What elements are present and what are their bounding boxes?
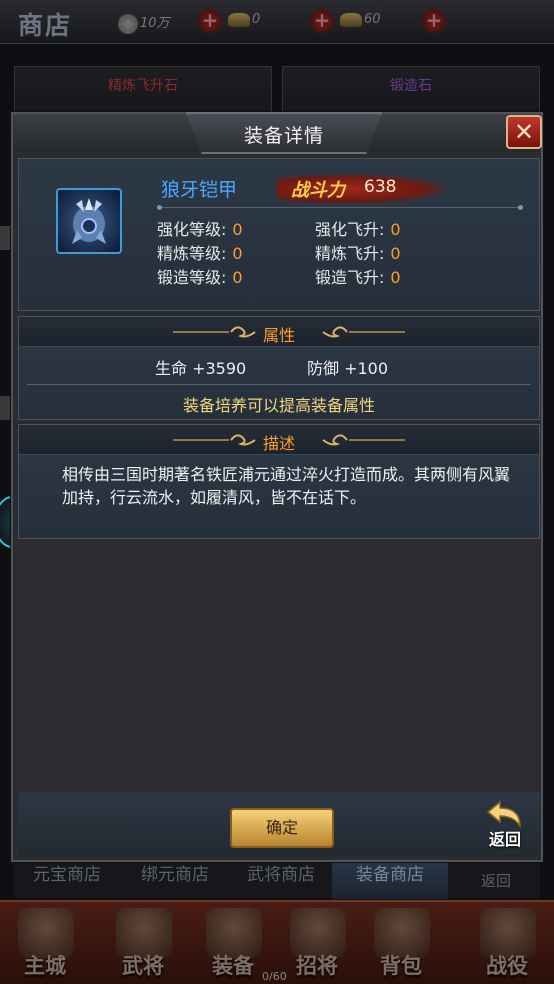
nav-label: 战役 — [486, 953, 528, 978]
upgrade-hint: 装备培养可以提高装备属性 — [182, 396, 375, 415]
armor-icon[interactable] — [56, 188, 122, 254]
back-label: 返回 — [488, 830, 521, 849]
stat-refine-level: 精炼等级: 0 — [157, 240, 243, 264]
modal-footer: 确定 返回 — [18, 792, 540, 856]
power-label: 战斗力 — [291, 180, 345, 201]
info-divider — [157, 205, 523, 210]
stat-value: 0 — [232, 220, 243, 239]
description-panel: 描述 相传由三国时期著名铁匠浦元通过淬火打造而成。其两侧有风翼加持，行云流水，如… — [18, 424, 540, 539]
description-header: 描述 — [19, 425, 539, 455]
attributes-panel: 属性 生命 +3590 防御 +100 装备培养可以提高装备属性 — [18, 316, 540, 420]
stat-value: 0 — [232, 268, 243, 287]
item-name: 狼牙铠甲 — [161, 179, 238, 201]
stat-refine-ascend: 精炼飞升: 0 — [315, 240, 401, 264]
yuanbao-currency: 0 — [228, 12, 260, 27]
attributes-header: 属性 — [19, 317, 539, 347]
right-ornament-icon — [322, 434, 405, 446]
silver-currency: 10万 — [118, 12, 170, 34]
silver-amount: 10万 — [140, 16, 170, 31]
description-title: 描述 — [262, 434, 295, 453]
power-value: 638 — [364, 177, 397, 197]
stat-enhance-ascend: 强化飞升: 0 — [315, 216, 401, 240]
back-button[interactable]: 返回 — [480, 800, 530, 852]
top-bar: 商店 10万 + 0 + 60 + — [0, 0, 554, 44]
add-silver-button[interactable]: + — [198, 9, 222, 33]
stat-value: 0 — [390, 268, 401, 287]
bound-yuanbao-icon — [340, 12, 362, 27]
tab-equipment-shop[interactable]: 装备商店 — [332, 859, 448, 899]
nav-label: 主城 — [24, 953, 66, 978]
add-bound-yuanbao-button[interactable]: + — [422, 9, 446, 33]
shop-tabs: 元宝商店 绑元商店 武将商店 装备商店 返回 — [14, 858, 540, 899]
add-yuanbao-button[interactable]: + — [310, 9, 334, 33]
close-button[interactable]: ✕ — [506, 115, 542, 149]
stat-label: 精炼等级: — [157, 244, 227, 263]
stat-label: 强化飞升: — [315, 220, 385, 239]
stat-enhance-level: 强化等级: 0 — [157, 216, 243, 240]
attribute-defense: 防御 +100 — [307, 359, 389, 378]
tab-general-shop[interactable]: 武将商店 — [228, 859, 334, 899]
stat-value: 0 — [390, 220, 401, 239]
stat-forge-ascend: 锻造飞升: 0 — [315, 264, 401, 288]
shop-card-name: 精炼飞升石 — [108, 78, 178, 94]
nav-main-city[interactable]: 主城 — [0, 902, 90, 984]
nav-battle[interactable]: 战役 — [462, 902, 552, 984]
description-text: 相传由三国时期著名铁匠浦元通过淬火打造而成。其两侧有风翼加持，行云流水，如履清风… — [62, 465, 511, 507]
bound-yuanbao-currency: 60 — [340, 12, 381, 27]
right-ornament-icon — [322, 326, 405, 338]
silver-coin-icon — [118, 13, 138, 34]
yuanbao-amount: 0 — [252, 12, 261, 27]
bag-count: 0/60 — [262, 970, 287, 983]
stat-value: 0 — [232, 244, 243, 263]
nav-label: 背包 — [380, 953, 422, 978]
stat-forge-level: 锻造等级: 0 — [157, 264, 243, 288]
stat-label: 强化等级: — [157, 220, 227, 239]
stat-value: 0 — [390, 244, 401, 263]
tab-yuanbao-shop[interactable]: 元宝商店 — [14, 859, 120, 899]
back-arrow-icon — [486, 800, 521, 828]
stat-label: 精炼飞升: — [315, 244, 385, 263]
close-x-icon: ✕ — [513, 118, 535, 146]
stat-label: 锻造等级: — [157, 268, 227, 287]
bound-yuanbao-amount: 60 — [364, 12, 381, 27]
shop-back-button[interactable]: 返回 — [466, 865, 526, 905]
attribute-hp: 生命 +3590 — [155, 359, 247, 378]
nav-generals[interactable]: 武将 — [98, 902, 188, 984]
tab-bound-yuanbao-shop[interactable]: 绑元商店 — [122, 859, 228, 899]
attributes-divider — [27, 384, 531, 385]
confirm-button[interactable]: 确定 — [230, 808, 334, 848]
attributes-title: 属性 — [262, 326, 295, 345]
shop-card-name: 锻造石 — [390, 78, 432, 94]
shop-title: 商店 — [18, 11, 73, 40]
equipment-detail-modal: 装备详情 ✕ 狼牙铠甲 战斗力 638 强化等级: 0 强化飞升: 0 精炼等级… — [11, 112, 543, 862]
nav-label: 武将 — [122, 953, 164, 978]
yuanbao-icon — [228, 12, 250, 27]
stat-label: 锻造飞升: — [315, 268, 385, 287]
modal-title: 装备详情 — [243, 125, 324, 147]
item-info-panel: 狼牙铠甲 战斗力 638 强化等级: 0 强化飞升: 0 精炼等级: 0 精炼飞升: 0… — [18, 158, 540, 311]
nav-bag[interactable]: 背包 — [356, 902, 446, 984]
